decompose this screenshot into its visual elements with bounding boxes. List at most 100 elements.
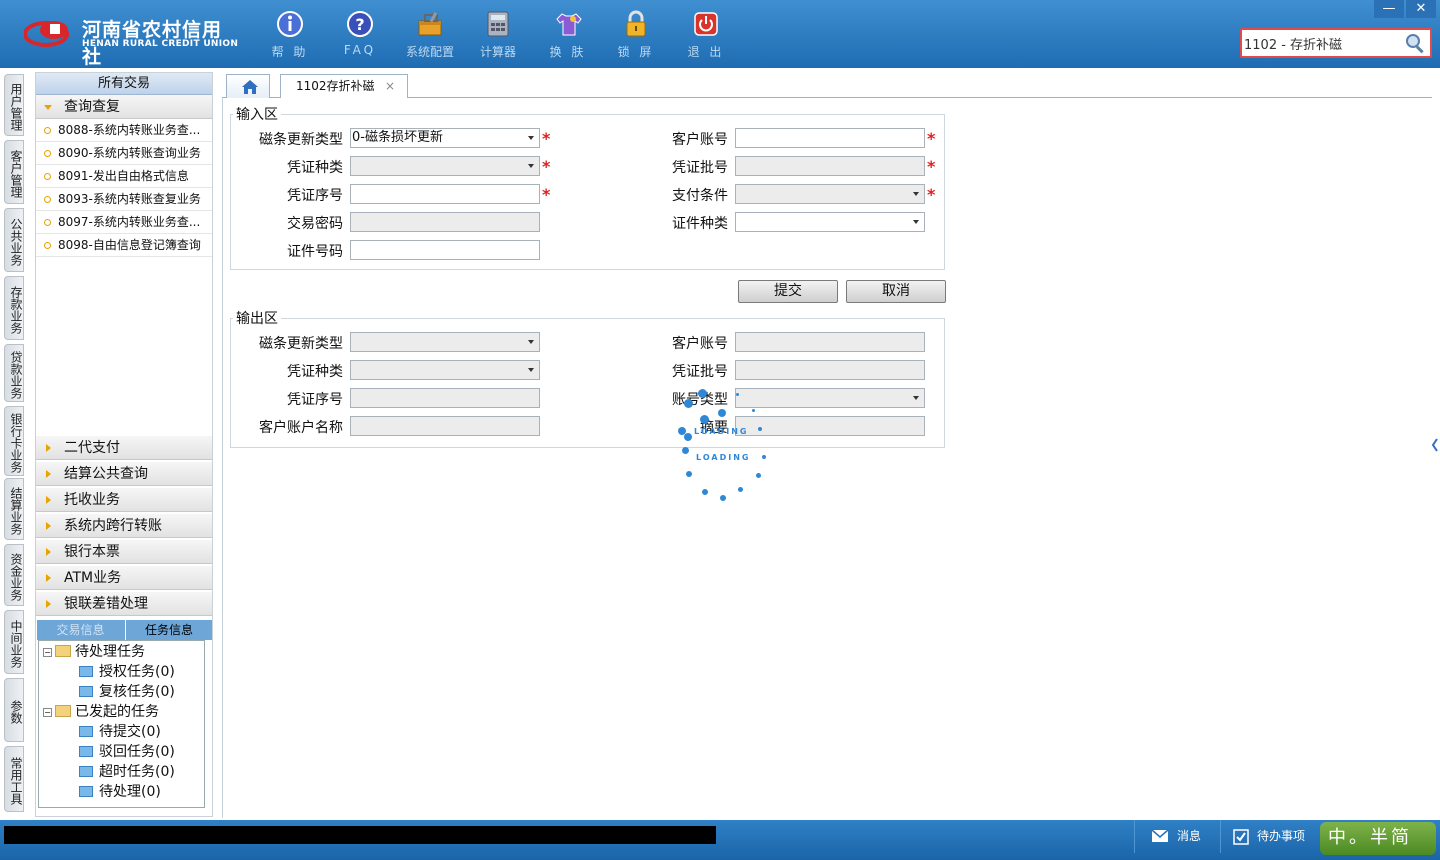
mag-update-type-label: 磁条更新类型 — [259, 132, 343, 148]
lock-screen-button[interactable]: 锁 屏 — [606, 8, 666, 60]
close-tab-icon[interactable]: × — [385, 75, 395, 97]
id-type-select[interactable] — [735, 212, 925, 232]
tab-1102-passbook-remagnetize[interactable]: 1102存折补磁 × — [280, 74, 408, 98]
out-mag-update-type-select[interactable] — [350, 332, 540, 352]
tree-node-rejected[interactable]: 驳回任务(0) — [79, 742, 175, 762]
out-voucher-seq-input[interactable] — [350, 388, 540, 408]
calculator-button[interactable]: 计算器 — [468, 8, 528, 60]
svg-text:?: ? — [355, 15, 364, 34]
collapsed-arrow-icon — [46, 496, 51, 504]
tx-password-input[interactable] — [350, 212, 540, 232]
out-customer-account-name-input[interactable] — [350, 416, 540, 436]
status-bar: 消息 待办事项 中。半简 — [0, 820, 1440, 860]
group-atm-business[interactable]: ATM业务 — [36, 566, 212, 590]
tree-node-to-process[interactable]: 待处理(0) — [79, 782, 161, 802]
side-tab-deposit-business[interactable]: 存款业务 — [4, 276, 24, 340]
side-tab-card-business[interactable]: 银行卡业务 — [4, 406, 24, 476]
collapse-toggle-icon[interactable]: − — [43, 708, 52, 717]
side-tab-common-tools[interactable]: 常用工具 — [4, 746, 24, 812]
side-tab-loan-business[interactable]: 贷款业务 — [4, 344, 24, 402]
group-collection-business[interactable]: 托收业务 — [36, 488, 212, 512]
logo: 河南省农村信用社 HENAN RURAL CREDIT UNION — [24, 12, 239, 68]
collapsed-arrow-icon — [46, 574, 51, 582]
tree-node-review-tasks[interactable]: 复核任务(0) — [79, 682, 175, 702]
mag-update-type-select[interactable]: 0-磁条损坏更新 — [350, 128, 540, 148]
required-mark: * — [927, 157, 936, 176]
system-config-button[interactable]: 系统配置 — [400, 8, 460, 60]
side-tab-user-management[interactable]: 用户管理 — [4, 74, 24, 136]
exit-button[interactable]: 退 出 — [676, 8, 736, 60]
id-type-label: 证件种类 — [672, 216, 728, 232]
collapse-right-panel-icon[interactable] — [1431, 425, 1439, 465]
folder-open-icon — [55, 645, 71, 657]
close-window-button[interactable]: ✕ — [1406, 0, 1436, 18]
task-icon — [79, 786, 93, 797]
side-tab-fund-business[interactable]: 资金业务 — [4, 544, 24, 606]
side-tab-settlement-business[interactable]: 结算业务 — [4, 478, 24, 540]
selected-value: 0-磁条损坏更新 — [352, 130, 443, 145]
tx-item-8093[interactable]: 8093-系统内转账查复业务 — [36, 188, 212, 211]
minimize-button[interactable]: — — [1374, 0, 1404, 18]
tx-item-8097[interactable]: 8097-系统内转账业务查... — [36, 211, 212, 234]
tab-task-info[interactable]: 任务信息 — [125, 620, 212, 640]
tx-item-8090[interactable]: 8090-系统内转账查询业务 — [36, 142, 212, 165]
voucher-type-label: 凭证种类 — [287, 160, 343, 176]
group-settlement-public-query[interactable]: 结算公共查询 — [36, 462, 212, 486]
customer-account-input[interactable] — [735, 128, 925, 148]
group-query-reply[interactable]: 查询查复 — [36, 95, 212, 119]
submit-button[interactable]: 提交 — [738, 280, 838, 303]
change-skin-label: 换 肤 — [549, 45, 587, 59]
help-button[interactable]: 帮 助 — [260, 8, 320, 60]
messages-button[interactable]: 消息 — [1134, 820, 1218, 853]
side-tab-intermediate-business[interactable]: 中间业务 — [4, 610, 24, 674]
tree-node-timeout[interactable]: 超时任务(0) — [79, 762, 175, 782]
pay-condition-select[interactable] — [735, 184, 925, 204]
ime-indicator[interactable]: 中。半简 — [1320, 822, 1436, 855]
group-label: 结算公共查询 — [64, 466, 148, 482]
group-second-gen-payment[interactable]: 二代支付 — [36, 436, 212, 460]
required-mark: * — [542, 185, 551, 204]
voucher-seq-input[interactable] — [350, 184, 540, 204]
out-customer-account-input[interactable] — [735, 332, 925, 352]
tx-item-label: 8098-自由信息登记簿查询 — [58, 238, 201, 252]
collapsed-groups: 二代支付 结算公共查询 托收业务 系统内跨行转账 银行本票 ATM业务 银联差错… — [36, 436, 212, 616]
out-voucher-type-select[interactable] — [350, 360, 540, 380]
tx-item-8091[interactable]: 8091-发出自由格式信息 — [36, 165, 212, 188]
voucher-batch-input[interactable] — [735, 156, 925, 176]
transaction-form-area: 输入区 磁条更新类型 0-磁条损坏更新 * 凭证种类 * 凭证序号 * 交易密码… — [222, 98, 1432, 818]
tx-item-label: 8097-系统内转账业务查... — [58, 215, 201, 229]
tx-item-8088[interactable]: 8088-系统内转账业务查... — [36, 119, 212, 142]
group-interbank-transfer[interactable]: 系统内跨行转账 — [36, 514, 212, 538]
out-voucher-batch-input[interactable] — [735, 360, 925, 380]
cancel-button[interactable]: 取消 — [846, 280, 946, 303]
side-tab-public-business[interactable]: 公共业务 — [4, 208, 24, 272]
task-icon — [79, 686, 93, 697]
voucher-type-select[interactable] — [350, 156, 540, 176]
module-side-tabs: 用户管理 客户管理 公共业务 存款业务 贷款业务 银行卡业务 结算业务 资金业务… — [0, 68, 30, 820]
tree-node-authorize-tasks[interactable]: 授权任务(0) — [79, 662, 175, 682]
group-bank-draft[interactable]: 银行本票 — [36, 540, 212, 564]
group-label: 查询查复 — [64, 99, 120, 115]
id-number-input[interactable] — [350, 240, 540, 260]
tab-trade-info[interactable]: 交易信息 — [37, 620, 124, 640]
side-tab-parameters[interactable]: 参数 — [4, 678, 24, 742]
group-unionpay-error[interactable]: 银联差错处理 — [36, 592, 212, 616]
calculator-label: 计算器 — [479, 45, 516, 59]
transaction-search-input[interactable] — [1244, 33, 1404, 53]
tx-item-8098[interactable]: 8098-自由信息登记簿查询 — [36, 234, 212, 257]
chevron-down-icon — [528, 368, 534, 372]
tree-node-initiated-tasks[interactable]: − 已发起的任务 — [43, 702, 159, 722]
tree-node-pending-tasks[interactable]: − 待处理任务 — [43, 642, 145, 662]
tx-item-label: 8093-系统内转账查复业务 — [58, 192, 201, 206]
tree-node-to-submit[interactable]: 待提交(0) — [79, 722, 161, 742]
chevron-down-icon — [913, 192, 919, 196]
search-icon[interactable] — [1404, 32, 1426, 54]
change-skin-button[interactable]: 换 肤 — [538, 8, 598, 60]
faq-button[interactable]: ? FAQ — [330, 8, 390, 60]
todo-button[interactable]: 待办事项 — [1220, 820, 1318, 853]
side-tab-customer-management[interactable]: 客户管理 — [4, 140, 24, 204]
collapse-toggle-icon[interactable]: − — [43, 648, 52, 657]
output-area-legend: 输出区 — [236, 311, 278, 327]
tab-home[interactable] — [226, 74, 270, 98]
tx-item-label: 8090-系统内转账查询业务 — [58, 146, 201, 160]
